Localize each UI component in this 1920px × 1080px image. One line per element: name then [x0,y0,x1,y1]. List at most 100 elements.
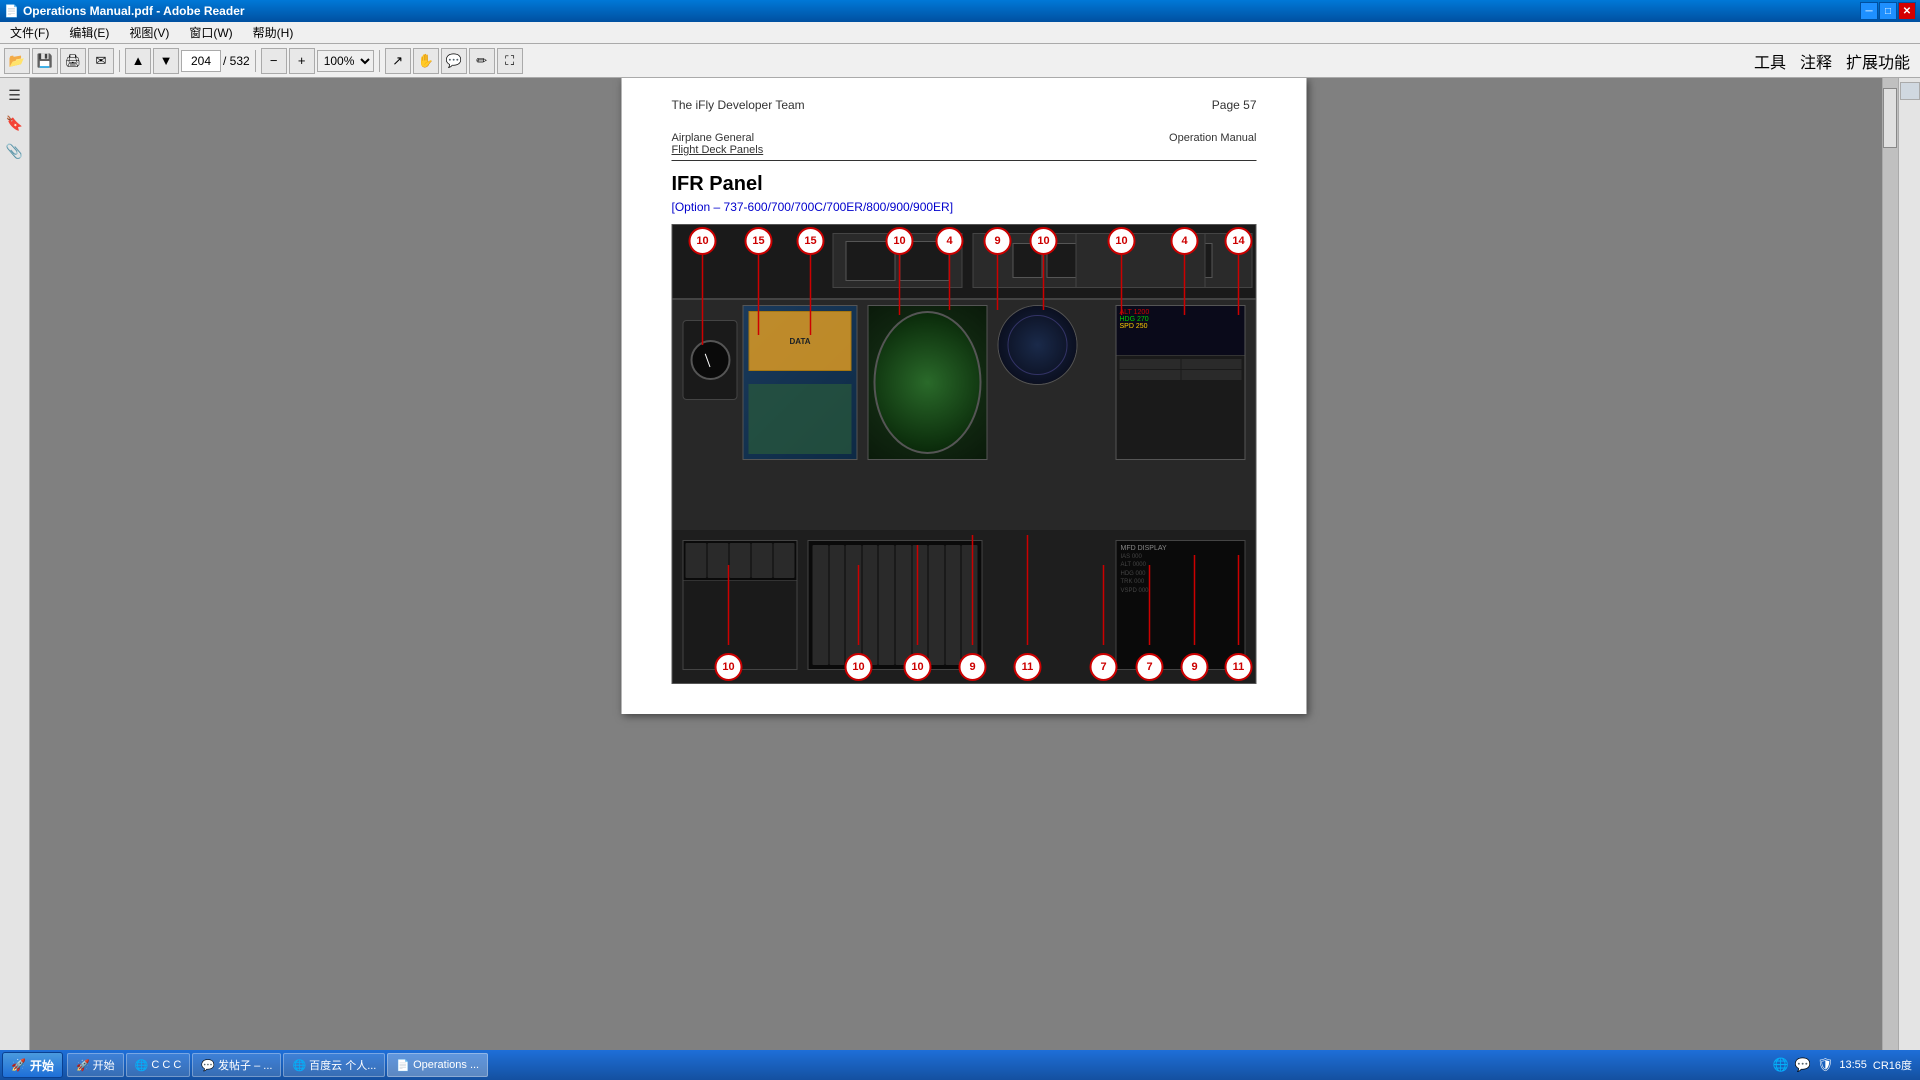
bubble-11-2: 11 [1225,653,1253,681]
page-separator: / 532 [223,54,250,68]
tray-time: 13:55 [1839,1059,1867,1071]
section-title: IFR Panel [672,173,1257,196]
doc-meta: Airplane General Flight Deck Panels Oper… [672,132,1257,156]
start-icon: 🚀 [11,1058,26,1072]
taskbar-icon-browser1: 🌐 [135,1059,149,1072]
taskbar-icon-baidu: 🌐 [292,1059,306,1072]
taskbar-icon-post: 💬 [201,1059,215,1072]
bubble-9-1: 9 [984,227,1012,255]
titlebar: 📄 Operations Manual.pdf - Adobe Reader ─… [0,0,1920,22]
bubble-4-1: 4 [936,227,964,255]
cockpit-bg: DATA [673,225,1256,683]
left-sidebar: ☰ 🔖 📎 [0,78,30,1050]
taskbar-item-post[interactable]: 💬 发帖子 – ... [192,1053,281,1077]
tools-menu[interactable]: 工具 [1748,47,1792,75]
tray-icon-network: 🌐 [1772,1057,1788,1073]
tray-extra: CR16度 [1873,1057,1912,1073]
toolbar: 📂 💾 🖨 ✉ ▲ ▼ / 532 − + 100% 75% 150% ↗ ✋ … [0,44,1920,78]
sidebar-attachments-icon[interactable]: 📎 [4,140,26,162]
fullscreen-tool[interactable]: ⛶ [497,48,523,74]
tool-email[interactable]: ✉ [88,48,114,74]
tool-save[interactable]: 💾 [32,48,58,74]
vertical-scrollbar[interactable] [1882,78,1898,1050]
bubble-10-2: 10 [886,227,914,255]
taskbar-icon-1: 🚀 [76,1059,90,1072]
taskbar-item-1[interactable]: 🚀 开始 [67,1053,124,1077]
bubble-15-1: 15 [745,227,773,255]
sep3 [379,50,380,72]
pdf-page: The iFly Developer Team Page 57 Airplane… [622,78,1307,714]
zoom-select[interactable]: 100% 75% 150% [317,50,374,72]
prev-page-btn[interactable]: ▲ [125,48,151,74]
taskbar-item-baidu[interactable]: 🌐 百度云 个人... [283,1053,385,1077]
menu-edit[interactable]: 编辑(E) [63,22,115,43]
page-number-input[interactable] [181,50,221,72]
bubble-10-1: 10 [689,227,717,255]
next-page-btn[interactable]: ▼ [153,48,179,74]
right-tab-1[interactable] [1900,82,1920,100]
bubble-11-1: 11 [1014,653,1042,681]
scroll-area[interactable]: The iFly Developer Team Page 57 Airplane… [30,78,1898,1050]
header-page: Page 57 [1212,98,1257,112]
bubble-9-3: 9 [1181,653,1209,681]
bubble-10-4: 10 [1108,227,1136,255]
main-area: ☰ 🔖 📎 The iFly Developer Team Page 57 Ai… [0,78,1920,1050]
header-team: The iFly Developer Team [672,98,805,112]
bubble-14: 14 [1225,227,1253,255]
sidebar-pages-icon[interactable]: ☰ [4,84,26,106]
tray-icon-im: 💬 [1795,1057,1811,1073]
markup-tool[interactable]: ✏ [469,48,495,74]
bubble-9-2: 9 [959,653,987,681]
start-label: 开始 [30,1057,54,1074]
taskbar-label-operations: Operations ... [413,1059,479,1071]
taskbar-items: 🚀 开始 🌐 C C C 💬 发帖子 – ... 🌐 百度云 个人... 📄 O… [67,1053,1766,1077]
bubble-7-2: 7 [1136,653,1164,681]
start-button[interactable]: 🚀 开始 [2,1052,63,1078]
extend-menu[interactable]: 扩展功能 [1840,47,1916,75]
sep2 [255,50,256,72]
section-option: [Option – 737-600/700/700C/700ER/800/900… [672,200,1257,214]
right-sidebar [1898,78,1920,1050]
annotation-menu[interactable]: 注释 [1794,47,1838,75]
window-title: Operations Manual.pdf - Adobe Reader [23,4,245,18]
minimize-button[interactable]: ─ [1860,2,1878,20]
sep1 [119,50,120,72]
comment-tool[interactable]: 💬 [441,48,467,74]
tray-icon-security: 🛡 [1817,1057,1834,1073]
tool-open[interactable]: 📂 [4,48,30,74]
doc-divider [672,160,1257,161]
meta-panels: Flight Deck Panels [672,144,764,156]
scroll-thumb[interactable] [1883,88,1897,148]
close-button[interactable]: ✕ [1898,2,1916,20]
menu-help[interactable]: 帮助(H) [247,22,300,43]
tool-print[interactable]: 🖨 [60,48,86,74]
menu-window[interactable]: 窗口(W) [183,22,238,43]
bubble-15-2: 15 [797,227,825,255]
sidebar-bookmarks-icon[interactable]: 🔖 [4,112,26,134]
hand-tool[interactable]: ✋ [413,48,439,74]
menu-view[interactable]: 视图(V) [123,22,175,43]
bubble-7-1: 7 [1090,653,1118,681]
ifr-panel-image-container: DATA [672,224,1257,684]
meta-airplane: Airplane General [672,132,764,144]
app-icon: 📄 [4,4,19,18]
bubble-10-6: 10 [845,653,873,681]
meta-manual: Operation Manual [1169,132,1256,156]
menu-file[interactable]: 文件(F) [4,22,55,43]
taskbar-item-operations[interactable]: 📄 Operations ... [387,1053,488,1077]
doc-meta-left: Airplane General Flight Deck Panels [672,132,764,156]
maximize-button[interactable]: □ [1879,2,1897,20]
zoom-out-btn[interactable]: − [261,48,287,74]
taskbar-label-browser1: C C C [151,1059,181,1071]
zoom-in-btn[interactable]: + [289,48,315,74]
bubble-10-3: 10 [1030,227,1058,255]
titlebar-left: 📄 Operations Manual.pdf - Adobe Reader [4,4,245,18]
bubble-10-5: 10 [715,653,743,681]
taskbar-tray: 🌐 💬 🛡 13:55 CR16度 [1766,1057,1918,1073]
page-content: Airplane General Flight Deck Panels Oper… [622,122,1307,714]
titlebar-buttons[interactable]: ─ □ ✕ [1860,2,1916,20]
taskbar-label-post: 发帖子 – ... [218,1057,272,1073]
taskbar-icon-pdf: 📄 [396,1059,410,1072]
select-tool[interactable]: ↗ [385,48,411,74]
taskbar-item-browser1[interactable]: 🌐 C C C [126,1053,191,1077]
